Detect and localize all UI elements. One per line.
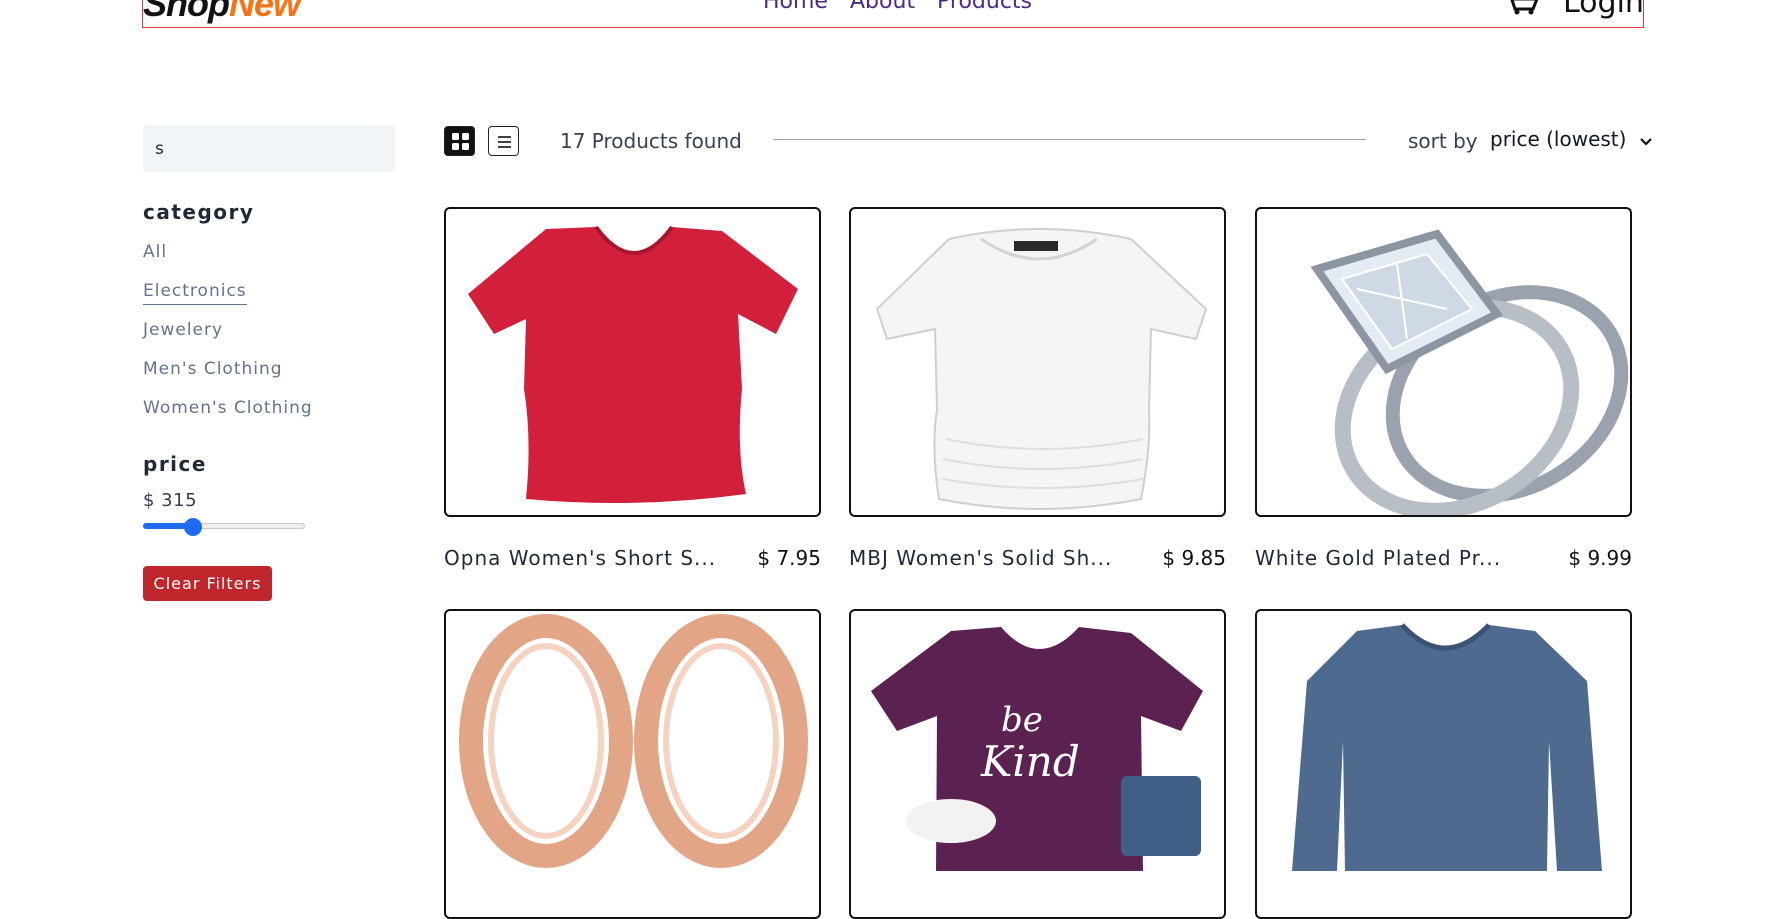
nav-link-about[interactable]: About xyxy=(850,0,915,14)
product-card[interactable] xyxy=(849,207,1226,517)
product-card[interactable] xyxy=(444,207,821,517)
category-heading: category xyxy=(143,200,255,224)
toolbar-divider xyxy=(773,139,1366,140)
nav-link-home[interactable]: Home xyxy=(763,0,828,14)
diamond-ring-image xyxy=(1310,229,1629,515)
logo-text-shop: Shop xyxy=(143,0,230,24)
category-label: Men's Clothing xyxy=(143,359,283,379)
svg-text:Kind: Kind xyxy=(980,737,1080,786)
shop-logo[interactable]: ShopNew xyxy=(143,0,301,25)
svg-text:be: be xyxy=(1001,700,1043,740)
purple-be-kind-tshirt-image: be Kind xyxy=(871,627,1203,871)
category-label: Women's Clothing xyxy=(143,398,313,418)
clear-filters-button[interactable]: Clear Filters xyxy=(143,566,272,601)
white-top-image xyxy=(875,228,1208,510)
list-icon xyxy=(498,136,511,148)
product-price: $ 7.95 xyxy=(757,546,821,570)
grid-view-button[interactable] xyxy=(444,126,475,156)
category-label: Jewelery xyxy=(143,320,224,340)
top-navbar: ShopNew Home About Products Login xyxy=(142,0,1644,28)
red-vneck-tshirt-image xyxy=(468,225,798,503)
nav-link-products[interactable]: Products xyxy=(937,0,1032,14)
category-item-electronics[interactable]: Electronics xyxy=(143,279,313,318)
products-count: 17 Products found xyxy=(560,129,742,153)
product-price: $ 9.99 xyxy=(1568,546,1632,570)
price-slider[interactable] xyxy=(143,518,305,536)
product-name: Opna Women's Short S... xyxy=(444,546,717,570)
sort-select[interactable]: price (lowest) xyxy=(1490,127,1653,151)
product-card[interactable] xyxy=(444,609,821,919)
grid-icon xyxy=(452,133,469,150)
product-name: White Gold Plated Pr... xyxy=(1255,546,1502,570)
category-item-all[interactable]: All xyxy=(143,240,313,279)
list-view-button[interactable] xyxy=(488,126,519,156)
product-card[interactable] xyxy=(1255,609,1632,919)
sort-label: sort by xyxy=(1408,129,1478,153)
category-item-womens-clothing[interactable]: Women's Clothing xyxy=(143,396,313,435)
rose-gold-tunnel-plugs-image xyxy=(459,614,808,868)
category-item-jewelery[interactable]: Jewelery xyxy=(143,318,313,357)
category-label: All xyxy=(143,242,168,262)
main-nav: Home About Products xyxy=(763,0,1032,14)
login-button[interactable]: Login xyxy=(1563,0,1644,20)
chevron-down-icon xyxy=(1640,127,1653,151)
category-item-mens-clothing[interactable]: Men's Clothing xyxy=(143,357,313,396)
price-slider-thumb[interactable] xyxy=(184,518,203,536)
category-list: All Electronics Jewelery Men's Clothing … xyxy=(143,240,313,435)
price-value: $ 315 xyxy=(143,490,198,511)
product-card[interactable] xyxy=(1255,207,1632,517)
product-card[interactable]: be Kind xyxy=(849,609,1226,919)
category-label: Electronics xyxy=(143,281,247,305)
product-price: $ 9.85 xyxy=(1162,546,1226,570)
search-input[interactable] xyxy=(143,125,395,172)
product-name: MBJ Women's Solid Sh... xyxy=(849,546,1113,570)
sort-selected-value: price (lowest) xyxy=(1490,127,1627,151)
blue-long-sleeve-shirt-image xyxy=(1292,623,1602,871)
price-heading: price xyxy=(143,452,207,476)
cart-icon[interactable] xyxy=(1503,0,1543,15)
logo-text-new: New xyxy=(228,0,301,24)
